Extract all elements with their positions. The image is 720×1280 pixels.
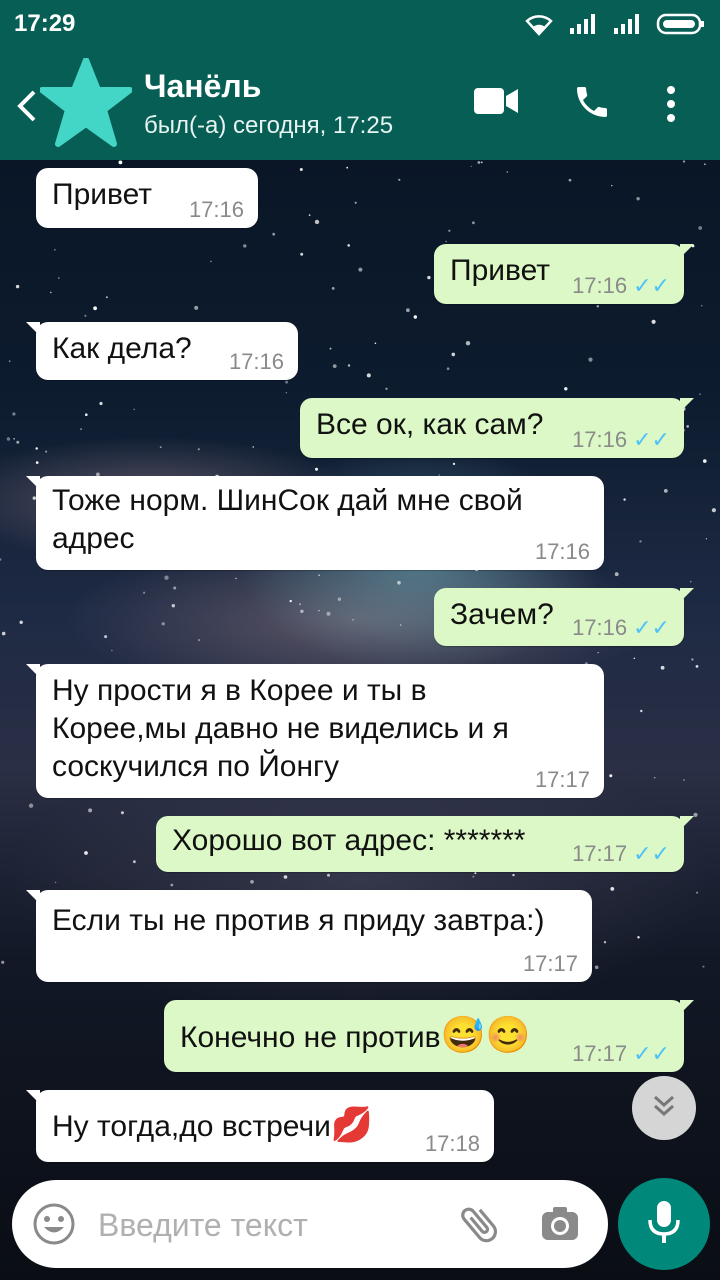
last-seen-status: был(-а) сегодня, 17:25 [144, 112, 394, 139]
signal-icon [612, 12, 642, 41]
message-text: Зачем? [450, 598, 554, 631]
read-ticks-icon: ✓✓ [633, 1041, 670, 1066]
bubble-tail [680, 398, 694, 412]
message-text: Хорошо вот адрес: ******* [172, 824, 526, 857]
message-time: 17:17 [572, 841, 628, 866]
attach-icon[interactable] [456, 1200, 504, 1253]
message-time: 17:17 [572, 1041, 628, 1066]
message-input[interactable] [96, 1200, 420, 1250]
message-text-line: адрес [52, 522, 135, 555]
status-bar: 17:29 [0, 0, 720, 48]
message-meta: 17:17 ✓✓ [572, 842, 670, 866]
message-text-line: Корее,мы давно не виделись и я [52, 712, 509, 745]
message-meta: 17:16 [535, 540, 590, 564]
message-incoming[interactable]: Если ты не против я приду завтра:) 17:17 [26, 890, 592, 982]
battery-icon [656, 12, 706, 41]
message-text: Если ты не против я приду завтра:) [52, 904, 545, 937]
read-ticks-icon: ✓✓ [633, 427, 670, 452]
bubble-tail [26, 1090, 40, 1104]
bubble-tail [26, 890, 40, 904]
message-text-line: Тоже норм. ШинСок дай мне свой [52, 484, 523, 517]
message-incoming[interactable]: Ну прости я в Корее и ты в Корее,мы давн… [26, 664, 604, 798]
message-text: Конечно не против [180, 1021, 441, 1054]
message-time: 17:16 [572, 615, 628, 640]
message-composer [12, 1180, 608, 1268]
message-text: Ну тогда,до встречи [52, 1110, 331, 1143]
message-meta: 17:16 ✓✓ [572, 428, 670, 452]
message-meta: 17:17 [523, 952, 578, 976]
emoji-icon[interactable] [32, 1202, 76, 1251]
message-outgoing[interactable]: Привет 17:16 ✓✓ [434, 244, 694, 304]
message-time: 17:16 [188, 197, 244, 222]
more-vert-icon[interactable] [664, 84, 678, 129]
message-outgoing[interactable]: Конечно не против😅😊 17:17 ✓✓ [164, 1000, 694, 1072]
message-meta: 17:18 [425, 1132, 480, 1156]
camera-icon[interactable] [540, 1204, 580, 1249]
read-ticks-icon: ✓✓ [633, 273, 670, 298]
message-meta: 17:17 ✓✓ [572, 1042, 670, 1066]
avatar[interactable] [39, 57, 133, 150]
message-time: 17:18 [424, 1131, 480, 1156]
chat-header: Чанёль был(-а) сегодня, 17:25 [0, 48, 720, 160]
message-time: 17:16 [572, 273, 628, 298]
bubble-tail [680, 588, 694, 602]
message-outgoing[interactable]: Хорошо вот адрес: ******* 17:17 ✓✓ [156, 816, 694, 872]
message-meta: 17:16 [189, 198, 244, 222]
message-text-line: Ну прости я в Корее и ты в [52, 674, 427, 707]
message-text-line: соскучился по Йонгу [52, 750, 339, 783]
emoji: 💋 [330, 1106, 374, 1144]
wifi-icon [524, 12, 554, 41]
message-text: Как дела? [52, 332, 192, 365]
message-time: 17:16 [572, 427, 628, 452]
mic-icon [644, 1198, 684, 1251]
signal-icon [568, 12, 598, 41]
message-text: Привет [52, 178, 153, 211]
message-meta: 17:16 ✓✓ [572, 274, 670, 298]
message-text: Привет [450, 254, 551, 287]
mic-button[interactable] [618, 1178, 710, 1270]
message-time: 17:17 [534, 767, 590, 792]
phone-icon[interactable] [572, 82, 612, 127]
message-incoming[interactable]: Ну тогда,до встречи💋 17:18 [26, 1090, 494, 1162]
bubble-tail [26, 476, 40, 490]
status-icons [524, 12, 706, 41]
bubble-tail [680, 1000, 694, 1014]
message-text: Все ок, как сам? [316, 408, 544, 441]
message-meta: 17:16 ✓✓ [572, 616, 670, 640]
message-time: 17:16 [534, 539, 590, 564]
message-incoming[interactable]: Привет 17:16 [36, 168, 258, 228]
status-time: 17:29 [14, 10, 76, 37]
message-meta: 17:16 [229, 350, 284, 374]
emoji: 😅😊 [440, 1014, 531, 1055]
read-ticks-icon: ✓✓ [633, 615, 670, 640]
message-incoming[interactable]: Тоже норм. ШинСок дай мне свой адрес 17:… [26, 476, 604, 570]
message-meta: 17:17 [535, 768, 590, 792]
bubble-tail [26, 664, 40, 678]
bubble-tail [680, 244, 694, 258]
back-arrow-icon[interactable] [14, 88, 38, 129]
contact-name[interactable]: Чанёль [144, 68, 261, 105]
bubble-tail [26, 322, 40, 336]
message-outgoing[interactable]: Все ок, как сам? 17:16 ✓✓ [300, 398, 694, 458]
read-ticks-icon: ✓✓ [633, 841, 670, 866]
bubble-tail [680, 816, 694, 830]
message-list: Привет 17:16 Привет 17:16 ✓✓ Как дела? 17… [0, 160, 720, 1162]
video-call-icon[interactable] [474, 86, 520, 121]
message-time: 17:17 [522, 951, 578, 976]
scroll-to-bottom-button[interactable] [632, 1076, 696, 1140]
message-time: 17:16 [228, 349, 284, 374]
scroll-down-icon [649, 1091, 679, 1126]
message-outgoing[interactable]: Зачем? 17:16 ✓✓ [434, 588, 694, 646]
message-incoming[interactable]: Как дела? 17:16 [26, 322, 298, 380]
